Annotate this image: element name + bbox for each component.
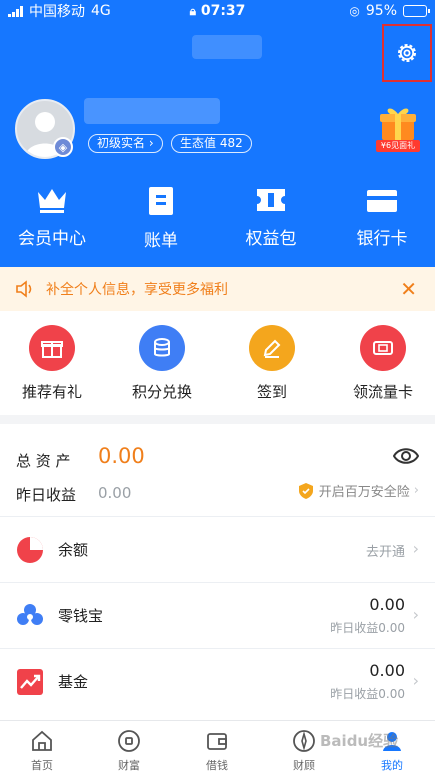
database-icon (154, 338, 170, 357)
ticket-icon (257, 189, 285, 211)
bill-icon (149, 187, 173, 215)
crown-icon (38, 189, 66, 213)
eco-value-chip[interactable]: 生态值 482 (171, 134, 252, 153)
title-blurred (192, 35, 262, 59)
rotation-lock-icon: ◎ (349, 4, 360, 18)
benefit-pack-link[interactable]: 权益包 (226, 186, 316, 249)
action-label: 领流量卡 (352, 383, 413, 401)
close-icon[interactable]: ✕ (400, 277, 417, 301)
tab-label: 财富 (118, 759, 140, 772)
actions-panel: 推荐有礼 积分兑换 签到 领流量卡 (0, 311, 435, 415)
tab-label: 财顾 (293, 759, 315, 772)
verified-badge-icon: ◈ (53, 137, 73, 157)
yesterday-earnings-label: 昨日收益 (16, 486, 77, 504)
pie-icon (17, 537, 43, 563)
change-treasure-row[interactable]: 零钱宝 0.00 昨日收益0.00 › (0, 583, 435, 648)
eye-icon[interactable] (393, 446, 419, 466)
fund-row[interactable]: 基金 0.00 昨日收益0.00 › (0, 649, 435, 714)
gift-box-icon (380, 108, 416, 140)
chevron-right-icon: › (412, 671, 419, 690)
tab-home[interactable]: 首页 (12, 729, 72, 773)
asset-name: 零钱宝 (58, 607, 104, 625)
asset-name: 基金 (58, 673, 89, 691)
tab-label: 首页 (31, 759, 53, 772)
gift-icon (41, 341, 63, 358)
wealth-icon (118, 730, 140, 752)
gear-icon (398, 44, 416, 62)
watermark: Baidu经验 (320, 732, 399, 750)
verify-chip[interactable]: 初级实名 › (88, 134, 163, 153)
asset-sub: 昨日收益0.00 (330, 687, 405, 701)
quick-link-label: 银行卡 (356, 229, 408, 249)
asset-name: 余额 (58, 541, 89, 559)
clover-icon (17, 604, 43, 625)
data-card-action[interactable]: 领流量卡 (328, 325, 435, 402)
home-icon (32, 730, 52, 751)
yesterday-earnings-value: 0.00 (98, 484, 132, 502)
insurance-text: 开启百万安全险 (318, 485, 410, 500)
check-in-action[interactable]: 签到 (217, 325, 327, 402)
battery-percent: 95% (365, 3, 397, 19)
tab-label: 我的 (381, 759, 403, 772)
asset-sub: 昨日收益0.00 (330, 621, 405, 635)
tab-borrow[interactable]: 借钱 (187, 729, 247, 773)
balance-row[interactable]: 余额 去开通 › (0, 517, 435, 582)
activate-text: 去开通 (365, 545, 405, 560)
settings-button[interactable] (382, 24, 432, 82)
insurance-link[interactable]: 开启百万安全险 › (298, 481, 419, 500)
sim-card-icon (373, 341, 393, 355)
tab-label: 借钱 (206, 759, 228, 772)
quick-link-label: 权益包 (245, 229, 297, 249)
bill-link[interactable]: 账单 (116, 186, 206, 251)
action-label: 积分兑换 (131, 383, 192, 401)
speaker-icon (16, 280, 32, 298)
tab-wealth[interactable]: 财富 (99, 729, 159, 773)
bank-card-link[interactable]: 银行卡 (337, 186, 427, 249)
assets-panel: 总 资 产 0.00 昨日收益 0.00 开启百万安全险 › 余额 去开通 › (0, 424, 435, 720)
points-exchange-action[interactable]: 积分兑换 (107, 325, 217, 402)
total-assets-value: 0.00 (98, 444, 145, 468)
asset-amount: 0.00 (369, 595, 405, 614)
notice-bar[interactable]: 补全个人信息，享受更多福利 ✕ (0, 267, 435, 311)
notice-text: 补全个人信息，享受更多福利 (46, 282, 228, 298)
quick-link-label: 账单 (144, 231, 178, 251)
chevron-right-icon: › (412, 539, 419, 558)
advisor-icon (293, 730, 315, 752)
action-label: 签到 (256, 383, 287, 401)
pencil-icon (263, 339, 281, 358)
referral-action[interactable]: 推荐有礼 (0, 325, 107, 402)
chevron-right-icon: › (412, 605, 419, 624)
battery-icon (403, 5, 430, 17)
card-icon (367, 190, 397, 212)
eco-label: 生态值 482 (180, 136, 243, 150)
welcome-gift[interactable]: ¥6见面礼 (376, 104, 420, 152)
shield-icon (298, 482, 313, 499)
quick-link-label: 会员中心 (18, 229, 86, 249)
username-blurred (84, 98, 220, 124)
gift-label: ¥6见面礼 (376, 140, 420, 152)
wallet-icon (207, 733, 227, 750)
total-assets-label: 总 资 产 (16, 452, 71, 470)
member-center-link[interactable]: 会员中心 (7, 186, 97, 249)
clock: 07:37 (200, 3, 246, 19)
status-bar: 中国移动 4G 🔒︎ 07:37 ◎ 95% (0, 0, 435, 22)
action-label: 推荐有礼 (21, 383, 82, 401)
lock-icon: 🔒︎ (189, 4, 196, 18)
fund-icon (17, 669, 43, 695)
verify-label: 初级实名 (97, 136, 146, 150)
asset-amount: 0.00 (369, 661, 405, 680)
